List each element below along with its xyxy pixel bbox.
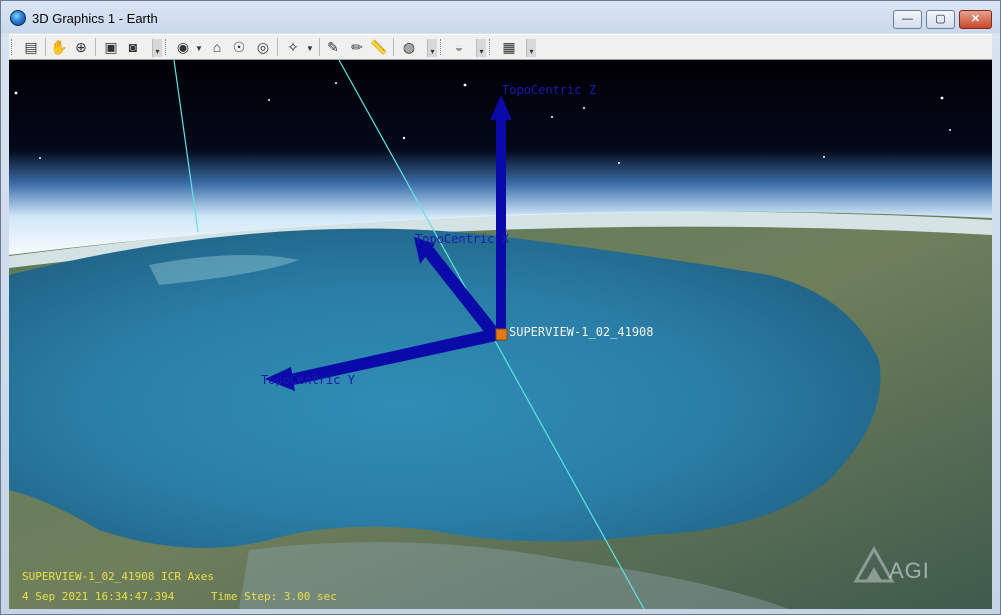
eye-icon[interactable]: ◉ xyxy=(173,37,193,57)
toolbar-overflow-chevron[interactable]: ▾ xyxy=(427,39,437,57)
ruler-icon[interactable]: 📏 xyxy=(369,37,389,57)
toolbar-grip[interactable] xyxy=(11,39,15,55)
minimize-button[interactable]: — xyxy=(893,10,922,29)
toolbar: ▤ ✋ ⊕ ▣ ◙ ▾ ◉ ▼ ⌂ ☉ ◎ ✧ ▼ ✎ ✏ 📏 ◍ ▾ ◒ ▾ … xyxy=(9,34,992,60)
globe-icon xyxy=(10,10,26,26)
pencil-icon[interactable]: ✎ xyxy=(323,37,343,57)
toolbar-separator xyxy=(95,38,96,56)
toolbar-overflow-chevron[interactable]: ▾ xyxy=(526,39,536,57)
toolbar-separator xyxy=(319,38,320,56)
satellite-eye-dropdown-arrow[interactable]: ▼ xyxy=(305,37,315,57)
toolbar-overflow-chevron[interactable]: ▾ xyxy=(152,39,162,57)
home-icon[interactable]: ⌂ xyxy=(207,37,227,57)
hud-time-text: 4 Sep 2021 16:34:47.394 xyxy=(22,590,175,603)
satellite-marker xyxy=(495,328,508,341)
toolbar-separator xyxy=(393,38,394,56)
toolbar-grip[interactable] xyxy=(440,39,444,55)
agi-watermark-text: AGI xyxy=(889,558,930,583)
earth-scene xyxy=(9,60,992,609)
close-button[interactable]: ✕ xyxy=(959,10,992,29)
toolbar-overflow-chevron[interactable]: ▾ xyxy=(476,39,486,57)
axis-z-label: TopoCentric Z xyxy=(502,83,596,97)
eye-down-icon[interactable]: ◎ xyxy=(253,37,273,57)
title-bar[interactable]: 3D Graphics 1 - Earth — ▢ ✕ xyxy=(1,1,1000,33)
toolbar-separator xyxy=(277,38,278,56)
disk-icon[interactable]: ◒ xyxy=(449,37,469,57)
hand-icon[interactable]: ✋ xyxy=(49,37,69,57)
film-camera-icon[interactable]: ▣ xyxy=(101,37,121,57)
magnifier-icon[interactable]: ⊕ xyxy=(71,37,91,57)
graphics-window: 3D Graphics 1 - Earth — ▢ ✕ ▤ ✋ ⊕ ▣ ◙ ▾ … xyxy=(0,0,1001,615)
toolbar-grip[interactable] xyxy=(165,39,169,55)
window-title: 3D Graphics 1 - Earth xyxy=(32,11,158,26)
camera-icon[interactable]: ◙ xyxy=(123,37,143,57)
toolbar-separator xyxy=(45,38,46,56)
axis-y-label: TopoCentric Y xyxy=(261,373,355,387)
hud-timestep-text: Time Step: 3.00 sec xyxy=(211,590,337,603)
toolbar-grip[interactable] xyxy=(489,39,493,55)
globe-icon[interactable]: ◍ xyxy=(399,37,419,57)
maximize-button[interactable]: ▢ xyxy=(926,10,955,29)
satellite-eye-icon[interactable]: ✧ xyxy=(283,37,303,57)
eye-up-icon[interactable]: ☉ xyxy=(229,37,249,57)
axis-x-label: TopoCentric X xyxy=(415,232,509,246)
notepad-icon[interactable]: ▤ xyxy=(21,37,41,57)
3d-viewport[interactable]: TopoCentric Z TopoCentric X TopoCentric … xyxy=(9,60,992,609)
satellite-label: SUPERVIEW-1_02_41908 xyxy=(509,325,654,339)
red-pen-icon[interactable]: ✏ xyxy=(347,37,367,57)
hud-axes-text: SUPERVIEW-1_02_41908 ICR Axes xyxy=(22,570,215,583)
window-globe-icon[interactable]: ▦ xyxy=(499,37,519,57)
eye-dropdown-arrow[interactable]: ▼ xyxy=(194,37,204,57)
